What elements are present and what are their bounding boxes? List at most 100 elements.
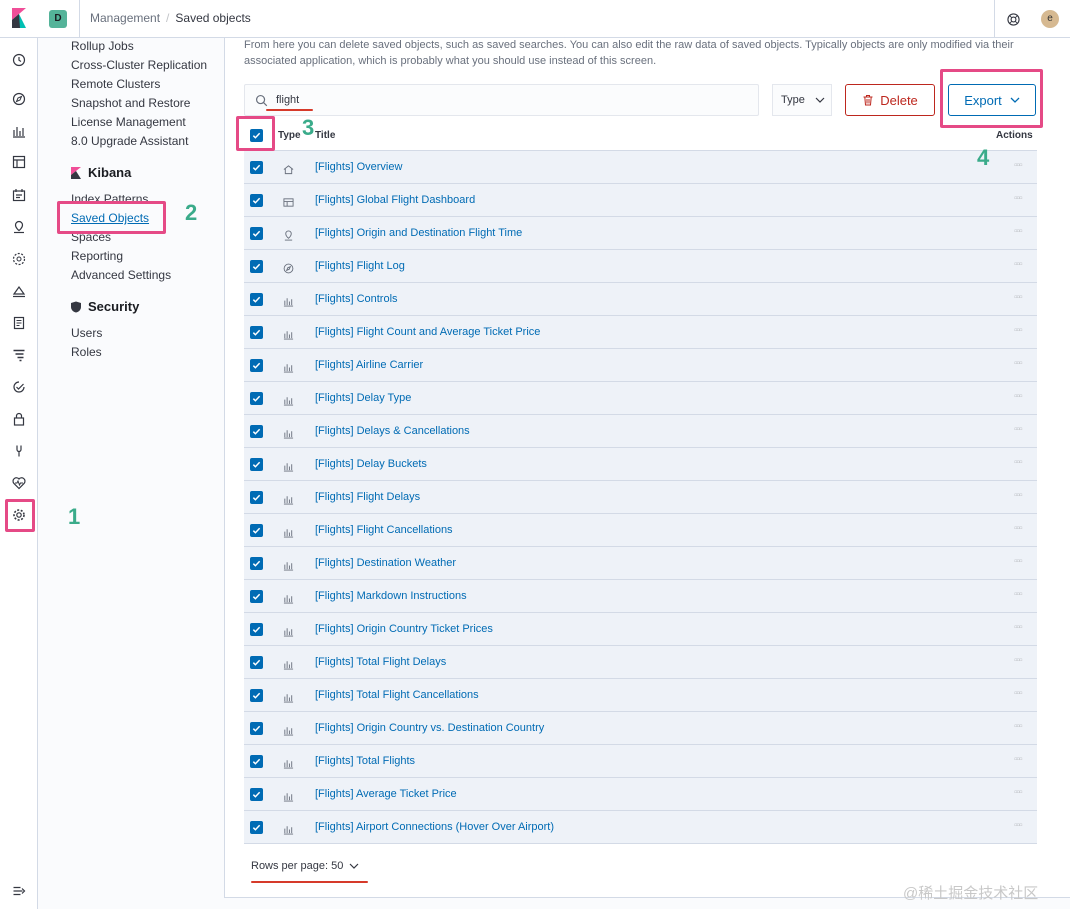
- canvas-icon[interactable]: [11, 187, 27, 203]
- inspect-action-icon[interactable]: ▫▫▫: [1014, 622, 1023, 633]
- row-checkbox[interactable]: [250, 227, 263, 240]
- visualize-icon[interactable]: [11, 123, 27, 139]
- apm-icon[interactable]: [11, 347, 27, 363]
- row-checkbox[interactable]: [250, 788, 263, 801]
- nav-roles[interactable]: Roles: [71, 345, 102, 359]
- inspect-action-icon[interactable]: ▫▫▫: [1014, 787, 1023, 798]
- inspect-action-icon[interactable]: ▫▫▫: [1014, 589, 1023, 600]
- inspect-action-icon[interactable]: ▫▫▫: [1014, 259, 1023, 270]
- nav-rollup-jobs[interactable]: Rollup Jobs: [71, 39, 134, 53]
- row-title-link[interactable]: [Flights] Flight Cancellations: [315, 524, 453, 536]
- row-title-link[interactable]: [Flights] Origin Country vs. Destination…: [315, 722, 544, 734]
- row-checkbox[interactable]: [250, 392, 263, 405]
- row-checkbox[interactable]: [250, 689, 263, 702]
- nav-advanced-settings[interactable]: Advanced Settings: [71, 268, 171, 282]
- row-checkbox[interactable]: [250, 524, 263, 537]
- row-checkbox[interactable]: [250, 557, 263, 570]
- delete-button[interactable]: Delete: [845, 84, 935, 116]
- row-title-link[interactable]: [Flights] Delay Type: [315, 392, 411, 404]
- help-button[interactable]: [994, 0, 1032, 38]
- row-title-link[interactable]: [Flights] Destination Weather: [315, 557, 456, 569]
- row-title-link[interactable]: [Flights] Overview: [315, 161, 402, 173]
- row-checkbox[interactable]: [250, 623, 263, 636]
- nav-users[interactable]: Users: [71, 326, 102, 340]
- user-avatar[interactable]: e: [1041, 10, 1059, 28]
- rows-per-page-underline: [251, 881, 368, 883]
- breadcrumb-management[interactable]: Management: [90, 11, 160, 25]
- row-title-link[interactable]: [Flights] Flight Log: [315, 260, 405, 272]
- row-checkbox[interactable]: [250, 821, 263, 834]
- inspect-action-icon[interactable]: ▫▫▫: [1014, 424, 1023, 435]
- row-title-link[interactable]: [Flights] Flight Delays: [315, 491, 420, 503]
- row-checkbox[interactable]: [250, 590, 263, 603]
- row-title-link[interactable]: [Flights] Average Ticket Price: [315, 788, 457, 800]
- dashboard-icon[interactable]: [11, 154, 27, 170]
- row-title-link[interactable]: [Flights] Total Flight Cancellations: [315, 689, 479, 701]
- recent-clock-icon[interactable]: [11, 52, 27, 68]
- row-title-link[interactable]: [Flights] Delay Buckets: [315, 458, 427, 470]
- inspect-action-icon[interactable]: ▫▫▫: [1014, 160, 1023, 171]
- monitoring-heartbeat-icon[interactable]: [11, 475, 27, 491]
- row-title-link[interactable]: [Flights] Flight Count and Average Ticke…: [315, 326, 540, 338]
- row-title-link[interactable]: [Flights] Airport Connections (Hover Ove…: [315, 821, 554, 833]
- siem-lock-icon[interactable]: [11, 411, 27, 427]
- type-filter-button[interactable]: Type: [772, 84, 832, 116]
- inspect-action-icon[interactable]: ▫▫▫: [1014, 226, 1023, 237]
- collapse-nav-icon[interactable]: [11, 883, 27, 899]
- row-title-link[interactable]: [Flights] Origin Country Ticket Prices: [315, 623, 493, 635]
- row-checkbox[interactable]: [250, 194, 263, 207]
- nav-upgrade-assistant[interactable]: 8.0 Upgrade Assistant: [71, 134, 188, 148]
- row-title-link[interactable]: [Flights] Airline Carrier: [315, 359, 423, 371]
- nav-remote-clusters[interactable]: Remote Clusters: [71, 77, 160, 91]
- inspect-action-icon[interactable]: ▫▫▫: [1014, 556, 1023, 567]
- inspect-action-icon[interactable]: ▫▫▫: [1014, 754, 1023, 765]
- nav-reporting[interactable]: Reporting: [71, 249, 123, 263]
- inspect-action-icon[interactable]: ▫▫▫: [1014, 490, 1023, 501]
- ml-icon[interactable]: [11, 251, 27, 267]
- row-checkbox[interactable]: [250, 656, 263, 669]
- row-title-link[interactable]: [Flights] Delays & Cancellations: [315, 425, 470, 437]
- row-checkbox[interactable]: [250, 458, 263, 471]
- inspect-action-icon[interactable]: ▫▫▫: [1014, 391, 1023, 402]
- space-avatar[interactable]: D: [49, 10, 67, 28]
- inspect-action-icon[interactable]: ▫▫▫: [1014, 292, 1023, 303]
- inspect-action-icon[interactable]: ▫▫▫: [1014, 457, 1023, 468]
- row-title-link[interactable]: [Flights] Controls: [315, 293, 398, 305]
- row-checkbox[interactable]: [250, 293, 263, 306]
- kibana-logo-icon[interactable]: [10, 8, 28, 28]
- row-title-link[interactable]: [Flights] Total Flight Delays: [315, 656, 446, 668]
- row-checkbox[interactable]: [250, 260, 263, 273]
- maps-icon[interactable]: [11, 219, 27, 235]
- discover-compass-icon[interactable]: [11, 91, 27, 107]
- row-title-link[interactable]: [Flights] Markdown Instructions: [315, 590, 467, 602]
- nav-snapshot-restore[interactable]: Snapshot and Restore: [71, 96, 190, 110]
- nav-cross-cluster-replication[interactable]: Cross-Cluster Replication: [71, 58, 207, 72]
- inspect-action-icon[interactable]: ▫▫▫: [1014, 820, 1023, 831]
- row-checkbox[interactable]: [250, 722, 263, 735]
- logs-icon[interactable]: [11, 315, 27, 331]
- row-checkbox[interactable]: [250, 755, 263, 768]
- inspect-action-icon[interactable]: ▫▫▫: [1014, 721, 1023, 732]
- row-checkbox[interactable]: [250, 491, 263, 504]
- inspect-action-icon[interactable]: ▫▫▫: [1014, 325, 1023, 336]
- nav-license-management[interactable]: License Management: [71, 115, 186, 129]
- row-title-link[interactable]: [Flights] Global Flight Dashboard: [315, 194, 475, 206]
- inspect-action-icon[interactable]: ▫▫▫: [1014, 193, 1023, 204]
- row-checkbox[interactable]: [250, 359, 263, 372]
- column-header-title[interactable]: Title: [315, 130, 335, 141]
- inspect-action-icon[interactable]: ▫▫▫: [1014, 655, 1023, 666]
- rows-per-page-button[interactable]: Rows per page: 50: [251, 860, 359, 872]
- row-checkbox[interactable]: [250, 161, 263, 174]
- search-input[interactable]: flight: [244, 84, 759, 116]
- row-title-link[interactable]: [Flights] Total Flights: [315, 755, 415, 767]
- inspect-action-icon[interactable]: ▫▫▫: [1014, 688, 1023, 699]
- inspect-action-icon[interactable]: ▫▫▫: [1014, 358, 1023, 369]
- row-title-link[interactable]: [Flights] Origin and Destination Flight …: [315, 227, 522, 239]
- inspect-action-icon[interactable]: ▫▫▫: [1014, 523, 1023, 534]
- row-checkbox[interactable]: [250, 425, 263, 438]
- column-header-type[interactable]: Type: [278, 130, 301, 141]
- row-checkbox[interactable]: [250, 326, 263, 339]
- infrastructure-icon[interactable]: [11, 283, 27, 299]
- uptime-icon[interactable]: [11, 379, 27, 395]
- dev-tools-icon[interactable]: [11, 443, 27, 459]
